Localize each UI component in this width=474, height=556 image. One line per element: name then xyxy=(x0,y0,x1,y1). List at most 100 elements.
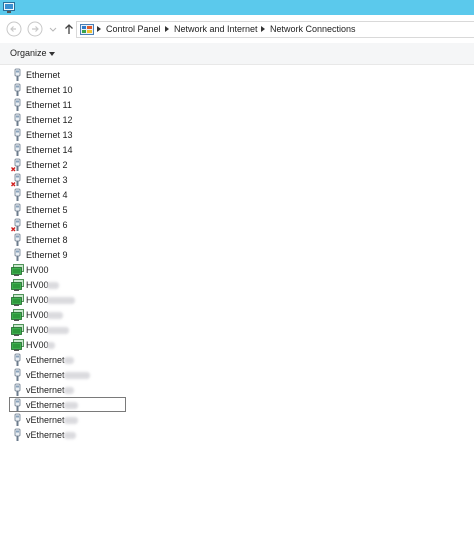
ethernet-adapter-disconnected-icon xyxy=(11,158,25,172)
connection-name: vEthernet xyxy=(26,415,65,425)
connection-item[interactable]: Ethernet xyxy=(11,68,211,82)
control-panel-icon xyxy=(80,24,94,35)
team-adapter-icon xyxy=(11,293,25,307)
title-bar xyxy=(0,0,474,15)
ethernet-adapter-icon xyxy=(11,233,25,247)
connection-name: Ethernet 3 xyxy=(26,175,68,185)
breadcrumb-separator-icon[interactable] xyxy=(165,26,169,32)
connection-name: Ethernet 6 xyxy=(26,220,68,230)
connection-item[interactable]: vEthernet xyxy=(9,397,211,412)
team-adapter-icon xyxy=(11,323,25,337)
connection-name: Ethernet 13 xyxy=(26,130,73,140)
team-adapter-icon xyxy=(11,278,25,292)
connection-name: Ethernet 9 xyxy=(26,250,68,260)
connection-name: Ethernet 11 xyxy=(26,100,72,110)
chevron-down-icon[interactable] xyxy=(49,52,55,56)
team-adapter-icon xyxy=(11,308,25,322)
forward-arrow-icon[interactable] xyxy=(27,21,43,37)
breadcrumb-network-and-internet[interactable]: Network and Internet xyxy=(174,24,258,34)
breadcrumb-control-panel[interactable]: Control Panel xyxy=(106,24,161,34)
organize-button[interactable]: Organize xyxy=(10,48,47,58)
ethernet-adapter-icon xyxy=(11,413,25,427)
redacted-detail xyxy=(64,417,78,424)
connection-item[interactable]: HV00 xyxy=(11,308,211,322)
redacted-detail xyxy=(47,282,59,289)
connection-item[interactable]: Ethernet 10 xyxy=(11,83,211,97)
connection-item[interactable]: Ethernet 3 xyxy=(11,173,211,187)
team-adapter-icon xyxy=(11,263,25,277)
ethernet-adapter-icon xyxy=(11,68,25,82)
breadcrumb-separator-icon[interactable] xyxy=(97,26,101,32)
address-bar[interactable]: Control Panel Network and Internet Netwo… xyxy=(76,21,474,38)
redacted-detail xyxy=(47,342,55,349)
connection-item[interactable]: Ethernet 11 xyxy=(11,98,211,112)
ethernet-adapter-icon xyxy=(11,113,25,127)
redacted-detail xyxy=(64,372,90,379)
ethernet-adapter-disconnected-icon xyxy=(11,173,25,187)
back-arrow-icon[interactable] xyxy=(6,21,22,37)
connection-item[interactable]: HV00 xyxy=(11,293,211,307)
connection-name: HV00 xyxy=(26,295,49,305)
connection-item[interactable]: Ethernet 9 xyxy=(11,248,211,262)
connection-item[interactable]: Ethernet 6 xyxy=(11,218,211,232)
ethernet-adapter-icon xyxy=(11,83,25,97)
connection-name: vEthernet xyxy=(26,400,65,410)
connection-name: Ethernet xyxy=(26,70,61,80)
connection-name: HV00 xyxy=(26,340,49,350)
connection-item[interactable]: Ethernet 5 xyxy=(11,203,211,217)
ethernet-adapter-icon xyxy=(11,128,25,142)
connection-item[interactable]: Ethernet 12 xyxy=(11,113,211,127)
connection-name: Ethernet 10 xyxy=(26,85,73,95)
connection-name: Ethernet 8 xyxy=(26,235,68,245)
ethernet-adapter-icon xyxy=(11,398,25,412)
redacted-detail xyxy=(47,297,75,304)
address-row: Control Panel Network and Internet Netwo… xyxy=(0,15,474,43)
ethernet-adapter-icon xyxy=(11,368,25,382)
redacted-detail xyxy=(47,312,63,319)
connection-item[interactable]: Ethernet 2 xyxy=(11,158,211,172)
connection-item[interactable]: vEthernet xyxy=(11,413,211,427)
ethernet-adapter-icon xyxy=(11,98,25,112)
connection-name: vEthernet xyxy=(26,430,65,440)
connection-name: Ethernet 14 xyxy=(26,145,73,155)
ethernet-adapter-disconnected-icon xyxy=(11,218,25,232)
breadcrumb-separator-icon[interactable] xyxy=(261,26,265,32)
connection-item[interactable]: HV00 xyxy=(11,278,211,292)
connection-name: HV00 xyxy=(26,310,49,320)
connection-item[interactable]: Ethernet 13 xyxy=(11,128,211,142)
connection-item[interactable]: Ethernet 4 xyxy=(11,188,211,202)
connection-name: vEthernet xyxy=(26,370,65,380)
redacted-detail xyxy=(64,357,74,364)
redacted-detail xyxy=(47,327,69,334)
team-adapter-icon xyxy=(11,338,25,352)
connection-name: HV00 xyxy=(26,280,49,290)
up-arrow-icon[interactable] xyxy=(61,21,77,37)
redacted-detail xyxy=(64,402,78,409)
command-bar: Organize xyxy=(0,43,474,65)
recent-locations-chevron-icon[interactable] xyxy=(48,21,58,37)
connection-name: HV00 xyxy=(26,265,49,275)
connection-item[interactable]: vEthernet xyxy=(11,428,211,442)
connection-name: Ethernet 5 xyxy=(26,205,68,215)
connection-name: vEthernet xyxy=(26,385,65,395)
connection-item[interactable]: Ethernet 14 xyxy=(11,143,211,157)
connection-name: HV00 xyxy=(26,325,49,335)
connection-item[interactable]: vEthernet xyxy=(11,368,211,382)
connection-item[interactable]: HV00 xyxy=(11,323,211,337)
connection-item[interactable]: HV00 xyxy=(11,263,211,277)
ethernet-adapter-icon xyxy=(11,188,25,202)
connection-name: Ethernet 12 xyxy=(26,115,73,125)
connection-name: Ethernet 4 xyxy=(26,190,68,200)
connection-item[interactable]: vEthernet xyxy=(11,383,211,397)
ethernet-adapter-icon xyxy=(11,383,25,397)
redacted-detail xyxy=(64,387,74,394)
connection-name: vEthernet xyxy=(26,355,65,365)
connection-name: Ethernet 2 xyxy=(26,160,68,170)
breadcrumb-network-connections[interactable]: Network Connections xyxy=(270,24,356,34)
connection-item[interactable]: vEthernet xyxy=(11,353,211,367)
redacted-detail xyxy=(64,432,76,439)
ethernet-adapter-icon xyxy=(11,143,25,157)
ethernet-adapter-icon xyxy=(11,248,25,262)
connection-item[interactable]: Ethernet 8 xyxy=(11,233,211,247)
connection-item[interactable]: HV00 xyxy=(11,338,211,352)
